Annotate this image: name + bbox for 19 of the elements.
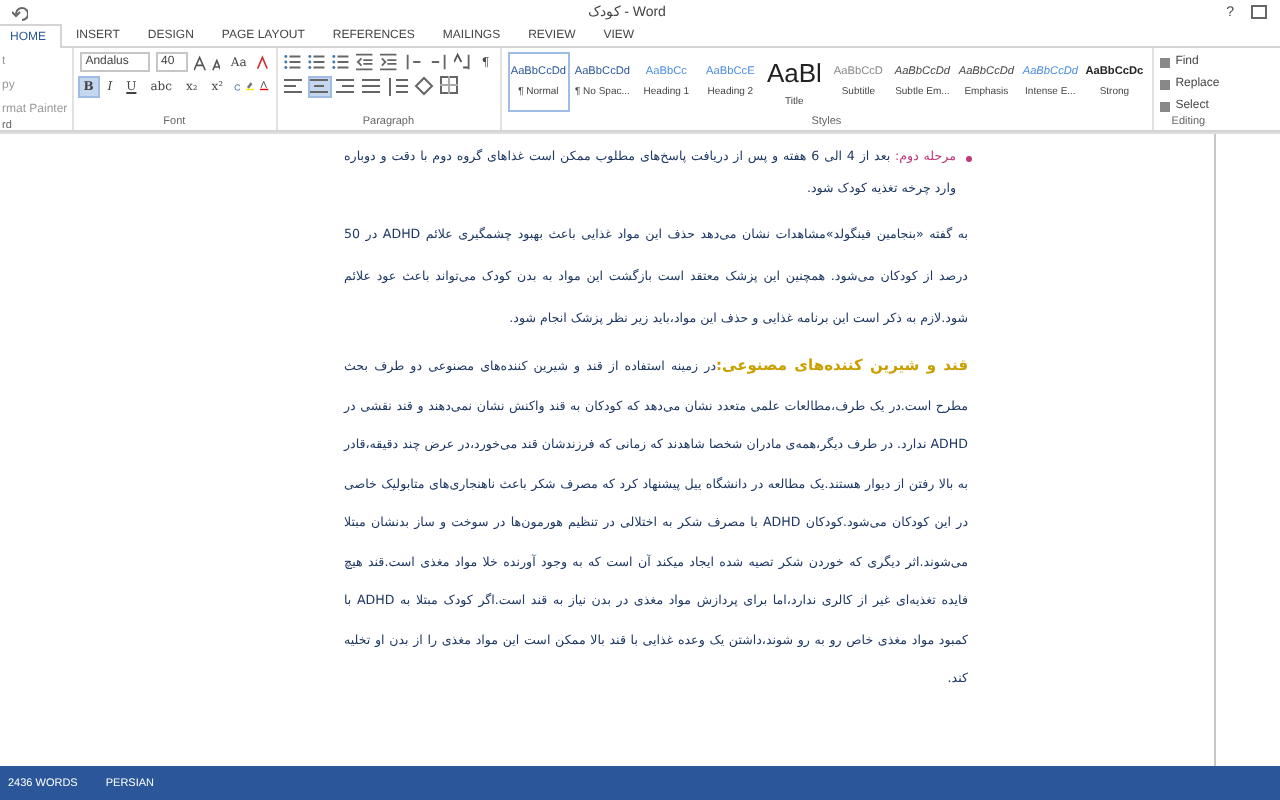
- shrink-font-icon: [211, 53, 221, 71]
- grow-font-icon: [193, 53, 206, 71]
- line-spacing-icon[interactable]: [387, 77, 408, 95]
- borders-icon[interactable]: [439, 76, 460, 96]
- decrease-indent-icon[interactable]: [356, 52, 375, 72]
- bullet-icon: [966, 156, 972, 162]
- font-color-icon[interactable]: [260, 76, 270, 96]
- align-left-icon[interactable]: [283, 77, 304, 95]
- undo-icon[interactable]: [12, 3, 28, 21]
- shading-icon[interactable]: [413, 76, 434, 96]
- restore-icon[interactable]: [1249, 4, 1268, 20]
- highlighter-icon[interactable]: [246, 76, 255, 96]
- clear-formatting-icon[interactable]: [256, 53, 270, 71]
- style-preview: AaBl: [766, 57, 822, 87]
- increase-indent-icon[interactable]: [380, 52, 399, 72]
- justify-icon[interactable]: [361, 77, 382, 95]
- align-center-icon[interactable]: [309, 77, 330, 95]
- align-right-icon[interactable]: [335, 77, 356, 95]
- bullets-icon[interactable]: [283, 52, 302, 72]
